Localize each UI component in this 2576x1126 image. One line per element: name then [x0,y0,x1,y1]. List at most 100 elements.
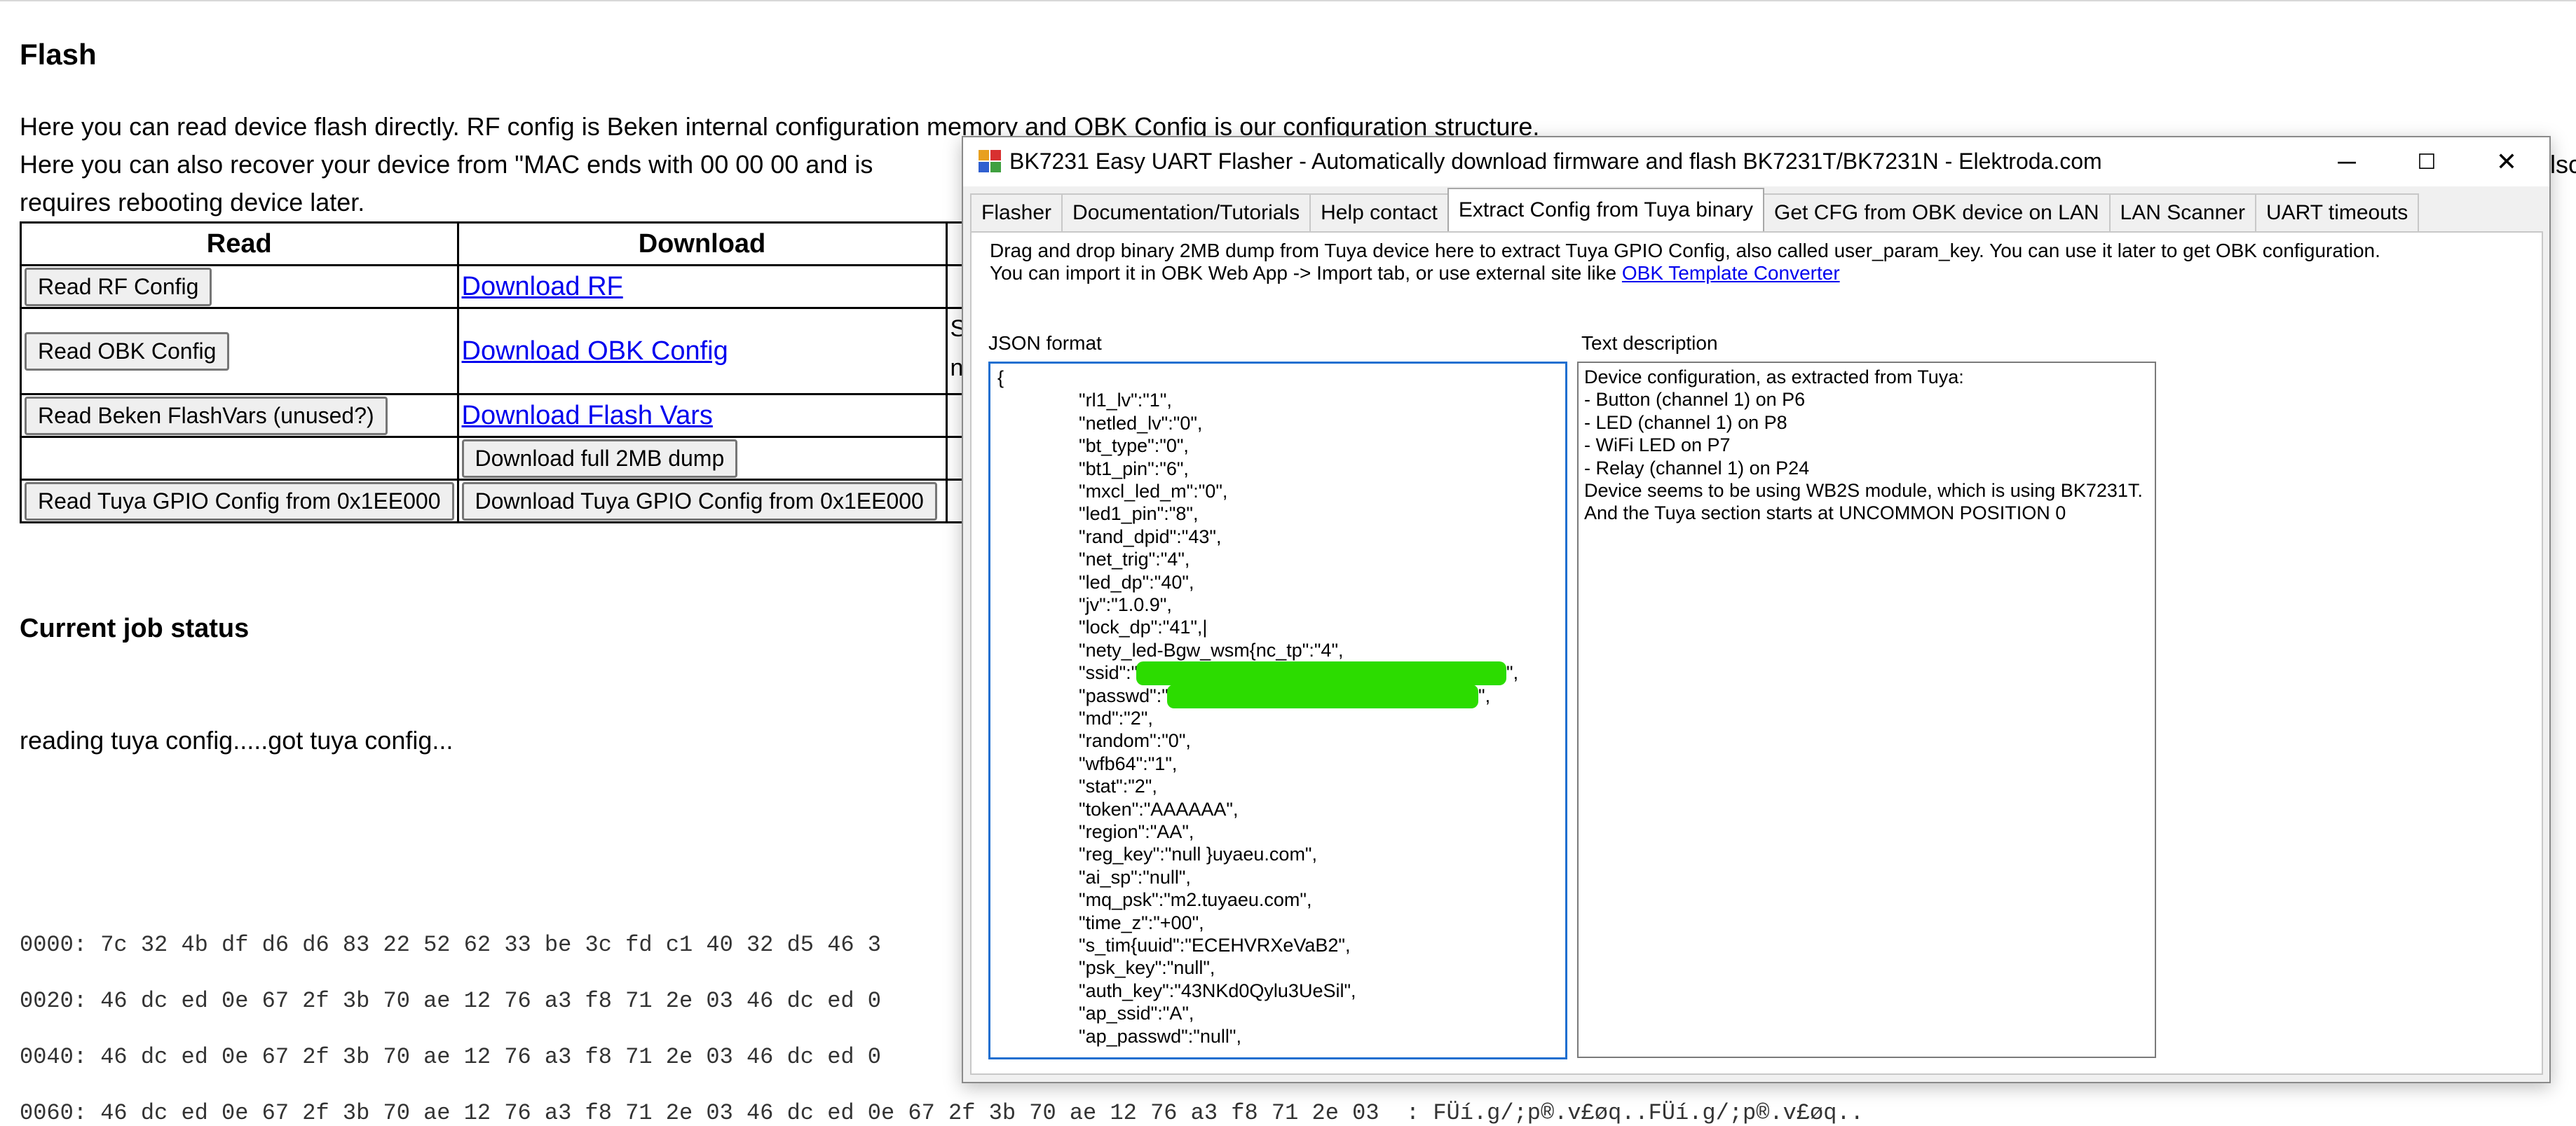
obk-template-converter-link[interactable]: OBK Template Converter [1622,262,1840,284]
job-status-text: reading tuya config.....got tuya config.… [20,726,454,755]
description-line: Device configuration, as extracted from … [1584,366,1964,387]
table-header-row: Read Download [20,221,983,266]
read-obk-config-button[interactable]: Read OBK Config [25,331,230,371]
json-line: "led1_pin":"8", [1079,503,1199,525]
intro-line-3: requires rebooting device later. [20,188,365,217]
flash-table: Read Download Read RF Config Download RF… [20,221,983,523]
read-cell [20,436,459,481]
json-line: "region":"AA", [1079,821,1194,842]
table-row: Read Tuya GPIO Config from 0x1EE000 Down… [20,479,983,523]
maximize-icon[interactable]: ☐ [2387,137,2466,186]
json-line: "led_dp":"40", [1079,571,1194,593]
json-line-tail: ", [1478,685,1491,706]
json-line: "nety_led-Bgw_wsm{nc_tp":"4", [1079,639,1344,661]
download-cell: Download full 2MB dump [456,436,948,481]
intro-line-2-clip: lsc [2550,150,2576,179]
json-line: "lock_dp":"41",| [1079,617,1208,638]
read-cell: Read OBK Config [20,307,459,395]
json-line: "bt1_pin":"6", [1079,458,1189,479]
tab-extract-config[interactable]: Extract Config from Tuya binary [1447,188,1765,231]
download-rf-link[interactable]: Download RF [462,272,623,301]
json-line: "md":"2", [1079,708,1153,729]
description-line: Device seems to be using WB2S module, wh… [1584,480,2143,501]
download-cell: Download OBK Config [456,307,948,395]
tab-lan-scanner[interactable]: LAN Scanner [2108,193,2256,231]
hex-line: 0000: 7c 32 4b df d6 d6 83 22 52 62 33 b… [20,932,881,958]
download-cell: Download Flash Vars [456,393,948,438]
intro-line-2: Here you can also recover your device fr… [20,150,873,179]
read-cell: Read Tuya GPIO Config from 0x1EE000 [20,479,459,523]
table-row: Download full 2MB dump [20,436,983,481]
json-line: "jv":"1.0.9", [1079,594,1172,615]
download-cell: Download Tuya GPIO Config from 0x1EE000 [456,479,948,523]
app-icon [979,150,1002,174]
instructions-line-1: Drag and drop binary 2MB dump from Tuya … [990,240,2380,261]
instructions-line-2: You can import it in OBK Web App -> Impo… [990,262,1840,284]
tab-strip: Flasher Documentation/Tutorials Help con… [970,188,2420,231]
download-tuya-gpio-button[interactable]: Download Tuya GPIO Config from 0x1EE000 [461,481,937,521]
download-header: Download [456,221,948,266]
json-line: "stat":"2", [1079,776,1157,797]
json-line: "ap_ssid":"A", [1079,1003,1194,1024]
description-line: - WiFi LED on P7 [1584,434,1731,456]
read-cell: Read Beken FlashVars (unused?) [20,393,459,438]
json-format-label: JSON format [988,332,1102,354]
hex-line: 0060: 46 dc ed 0e 67 2f 3b 70 ae 12 76 a… [20,1100,1864,1126]
read-cell: Read RF Config [20,264,459,309]
description-line: - Relay (channel 1) on P24 [1584,457,1810,479]
json-line: "psk_key":"null", [1079,957,1215,979]
table-row: Read RF Config Download RF [20,264,983,309]
json-line: "time_z":"+00", [1079,912,1204,933]
window-title: BK7231 Easy UART Flasher - Automatically… [1009,149,2102,174]
tab-flasher[interactable]: Flasher [970,193,1063,231]
json-line: "auth_key":"43NKd0Qylu3UeSil", [1079,980,1356,1001]
window-titlebar[interactable]: BK7231 Easy UART Flasher - Automatically… [963,137,2549,186]
tab-get-cfg-lan[interactable]: Get CFG from OBK device on LAN [1763,193,2111,231]
extract-config-panel: Drag and drop binary 2MB dump from Tuya … [970,231,2543,1075]
json-line: "reg_key":"null }uyaeu.com", [1079,844,1318,865]
json-line: "ap_passwd":"null", [1079,1025,1241,1047]
redaction-mark [1167,684,1478,708]
download-cell: Download RF [456,264,948,309]
json-line: "rl1_lv":"1", [1079,390,1172,411]
tab-uart-timeouts[interactable]: UART timeouts [2254,193,2420,231]
table-row: Read OBK Config Download OBK Config Sn [20,307,983,395]
text-description-label: Text description [1581,332,1718,354]
flash-heading: Flash [20,38,97,71]
json-line: "random":"0", [1079,730,1191,752]
flasher-window: BK7231 Easy UART Flasher - Automatically… [962,136,2551,1083]
json-line: "token":"AAAAAA", [1079,798,1239,820]
json-line: { [997,367,1004,388]
read-header: Read [20,221,459,266]
json-line: "netled_lv":"0", [1079,412,1203,434]
json-line: "passwd":" [1079,685,1168,706]
json-textbox[interactable]: { "rl1_lv":"1", "netled_lv":"0", "bt_type":… [988,362,1567,1059]
download-obk-config-link[interactable]: Download OBK Config [462,336,728,366]
job-status-heading: Current job status [20,614,250,643]
json-line: "ai_sp":"null", [1079,866,1191,888]
json-line: "bt_type":"0", [1079,435,1189,457]
text-description-box[interactable]: Device configuration, as extracted from … [1577,362,2156,1058]
json-line: "rand_dpid":"43", [1079,526,1222,547]
instructions-text: You can import it in OBK Web App -> Impo… [990,262,1622,284]
read-tuya-gpio-button[interactable]: Read Tuya GPIO Config from 0x1EE000 [25,481,454,521]
json-line: "s_tim{uuid":"ECEHVRXeVaB2", [1079,935,1351,956]
description-line: And the Tuya section starts at UNCOMMON … [1584,502,2066,524]
tab-help-contact[interactable]: Help contact [1309,193,1449,231]
description-line: - LED (channel 1) on P8 [1584,411,1787,433]
download-flash-vars-link[interactable]: Download Flash Vars [462,401,713,430]
json-line-tail: ", [1506,662,1519,684]
close-icon[interactable]: ✕ [2467,137,2546,186]
json-line: "mxcl_led_m":"0", [1079,481,1228,502]
read-rf-config-button[interactable]: Read RF Config [25,267,212,306]
minimize-icon[interactable]: ─ [2308,137,2386,186]
download-full-dump-button[interactable]: Download full 2MB dump [461,439,738,478]
table-row: Read Beken FlashVars (unused?) Download … [20,393,983,438]
hex-line: 0040: 46 dc ed 0e 67 2f 3b 70 ae 12 76 a… [20,1044,881,1070]
tab-documentation[interactable]: Documentation/Tutorials [1061,193,1311,231]
redaction-mark [1136,661,1506,686]
json-line: "net_trig":"4", [1079,549,1190,570]
read-beken-flashvars-button[interactable]: Read Beken FlashVars (unused?) [25,396,388,435]
description-line: - Button (channel 1) on P6 [1584,389,1806,411]
json-line: "mq_psk":"m2.tuyaeu.com", [1079,889,1312,911]
